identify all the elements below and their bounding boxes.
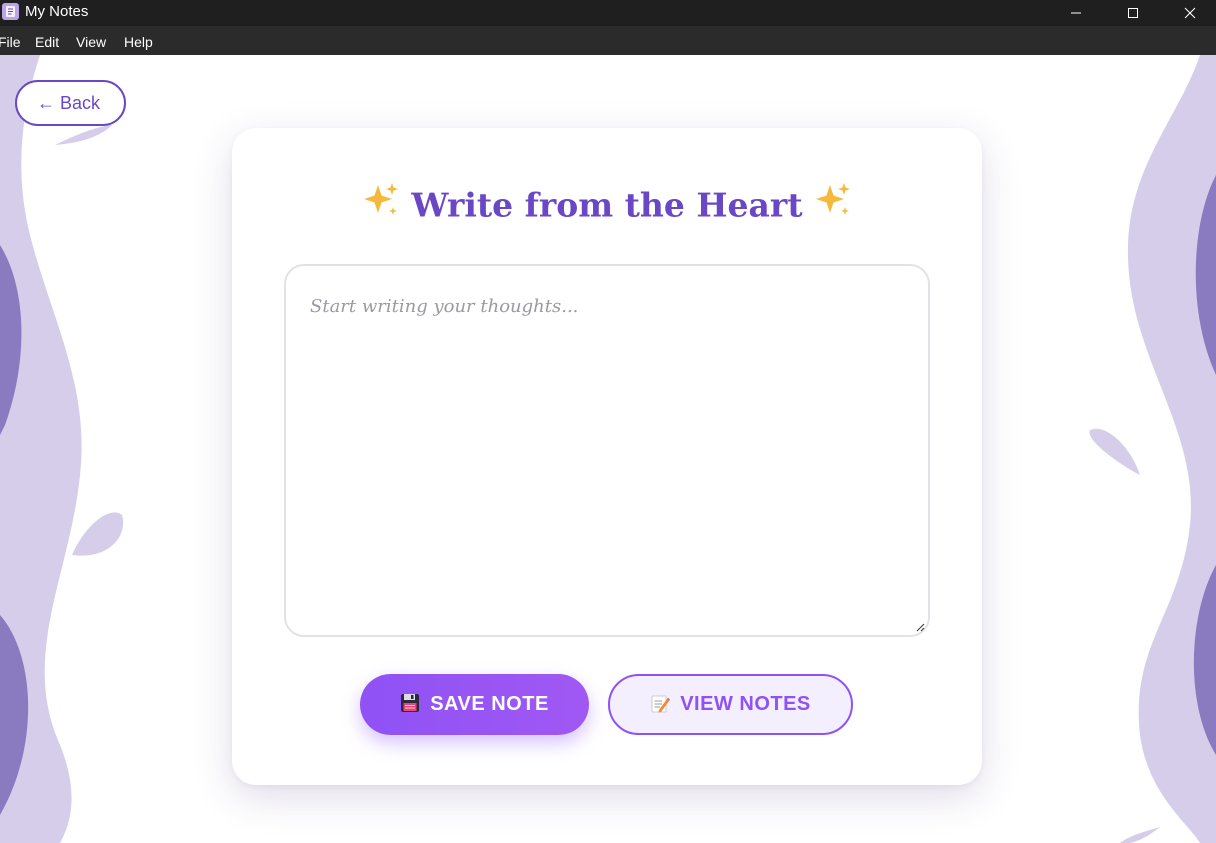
sparkles-icon — [362, 181, 400, 228]
menu-bar: File Edit View Help — [0, 26, 1216, 55]
close-button[interactable] — [1162, 0, 1216, 26]
memo-icon — [650, 693, 671, 719]
app-window: My Notes File Edit View Help ← Back Writ… — [0, 0, 1216, 843]
note-editor-card: Write from the Heart Start writing your … — [232, 128, 982, 785]
page-title-text: Write from the Heart — [411, 185, 803, 225]
note-placeholder: Start writing your thoughts... — [310, 296, 579, 317]
view-notes-label: VIEW NOTES — [680, 693, 811, 715]
content-area: ← Back Write from the Heart Start writin… — [0, 55, 1216, 843]
note-textarea[interactable]: Start writing your thoughts... — [284, 264, 930, 637]
back-button[interactable]: ← Back — [15, 80, 126, 126]
save-note-button[interactable]: SAVE NOTE — [360, 674, 589, 735]
floppy-disk-icon — [400, 693, 420, 719]
save-note-label: SAVE NOTE — [430, 693, 549, 715]
menu-file[interactable]: File — [0, 34, 21, 50]
minimize-icon — [1071, 12, 1081, 14]
window-title: My Notes — [25, 3, 89, 20]
maximize-icon — [1128, 8, 1138, 18]
menu-help[interactable]: Help — [124, 34, 153, 50]
notes-app-icon — [2, 3, 19, 20]
menu-edit[interactable]: Edit — [35, 34, 59, 50]
view-notes-button[interactable]: VIEW NOTES — [608, 674, 853, 735]
minimize-button[interactable] — [1048, 0, 1104, 26]
resize-grip-icon[interactable] — [915, 622, 925, 632]
page-title: Write from the Heart — [232, 181, 982, 231]
title-bar: My Notes — [0, 0, 1216, 26]
menu-view[interactable]: View — [76, 34, 106, 50]
close-icon — [1184, 7, 1196, 19]
maximize-button[interactable] — [1105, 0, 1161, 26]
sparkles-icon — [814, 181, 852, 228]
